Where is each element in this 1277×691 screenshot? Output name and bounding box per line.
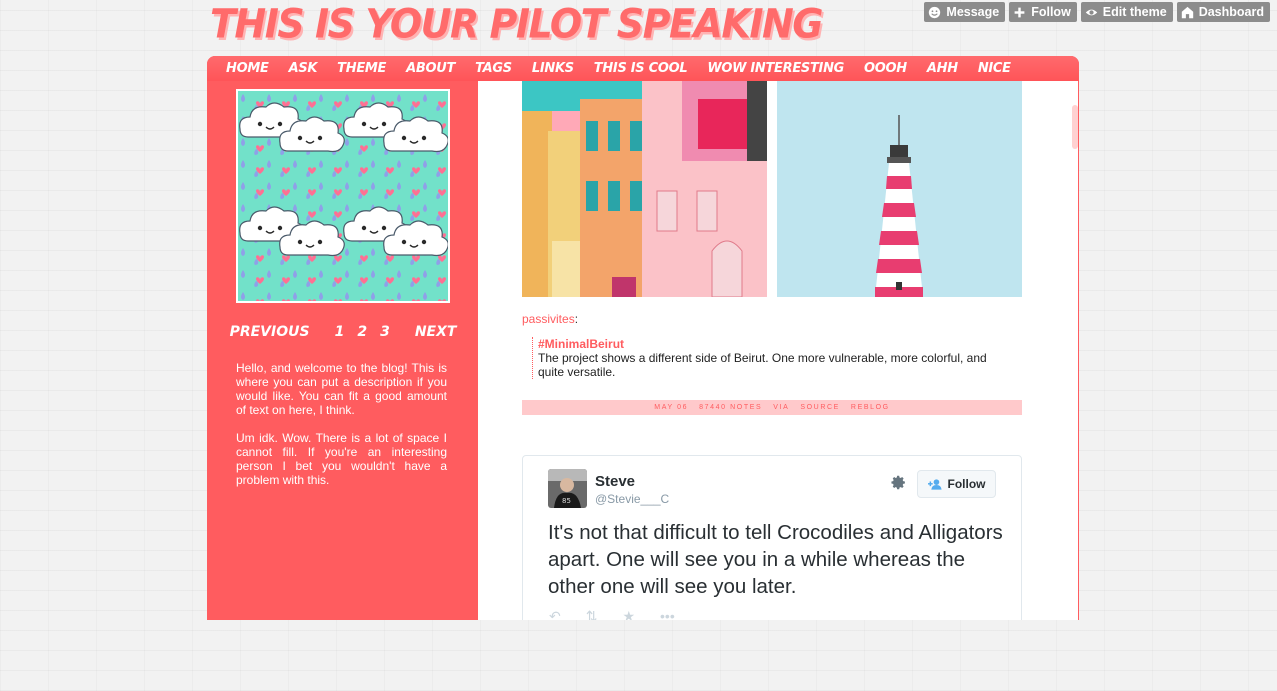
sidebar-avatar <box>236 89 450 303</box>
blog-title[interactable]: This is your pilot speaking <box>210 1 823 47</box>
page-1-link[interactable]: 1 <box>335 324 345 340</box>
nav-ahh[interactable]: Ahh <box>927 61 958 76</box>
post-tag-link[interactable]: #MinimalBeirut <box>538 337 992 351</box>
tweet-follow-button[interactable]: Follow <box>917 470 996 498</box>
lighthouse-photo[interactable] <box>777 81 1022 297</box>
description-paragraph-1: Hello, and welcome to the blog! This is … <box>236 361 447 417</box>
tweet-actions: ↶ ⇅ ★ ••• <box>549 608 675 620</box>
plus-icon <box>1014 7 1025 17</box>
page-numbers: 1 2 3 <box>335 324 390 340</box>
pagination: Previous 1 2 3 Next <box>230 324 457 340</box>
edit-theme-button[interactable]: Edit theme <box>1080 2 1173 22</box>
blog-container: Home Ask Theme About Tags Links This is … <box>207 56 1079 620</box>
nav-bar: Home Ask Theme About Tags Links This is … <box>207 56 1079 81</box>
nav-this-is-cool[interactable]: This is cool <box>594 61 688 76</box>
nav-ask[interactable]: Ask <box>289 61 318 76</box>
eye-icon <box>1085 9 1097 15</box>
tweet-author-handle[interactable]: @Stevie___C <box>595 492 669 506</box>
posts-area[interactable]: passivites: #MinimalBeirut The project s… <box>478 81 1078 620</box>
svg-text:85: 85 <box>562 497 571 505</box>
tweet-follow-label: Follow <box>947 477 986 491</box>
post-source-link[interactable]: source <box>800 404 840 411</box>
nav-wow-interesting[interactable]: Wow interesting <box>707 61 844 76</box>
nav-oooh[interactable]: Oooh <box>864 61 907 76</box>
follow-label: Follow <box>1031 5 1071 19</box>
tweet-avatar[interactable]: 85 <box>548 469 587 508</box>
nav-links[interactable]: Links <box>532 61 574 76</box>
nav-tags[interactable]: Tags <box>475 61 512 76</box>
nav-home[interactable]: Home <box>226 61 269 76</box>
post-via-link[interactable]: via <box>773 404 789 411</box>
smile-icon <box>929 6 941 18</box>
add-user-icon <box>927 479 942 490</box>
message-label: Message <box>946 5 1000 19</box>
reply-icon[interactable]: ↶ <box>549 608 561 620</box>
tweet-text: It's not that difficult to tell Crocodil… <box>548 521 1003 598</box>
cloud-pattern-image <box>238 91 448 301</box>
nav-theme[interactable]: Theme <box>337 61 386 76</box>
next-page-link[interactable]: Next <box>415 324 457 340</box>
post-reblog-link[interactable]: reblog <box>851 404 890 411</box>
post-quote-text: The project shows a different side of Be… <box>538 351 987 379</box>
previous-page-link[interactable]: Previous <box>230 324 310 340</box>
page-3-link[interactable]: 3 <box>380 324 390 340</box>
gear-icon[interactable] <box>890 474 907 491</box>
page-2-link[interactable]: 2 <box>357 324 367 340</box>
post-date[interactable]: May 06 <box>654 404 688 411</box>
nav-nice[interactable]: Nice <box>978 61 1011 76</box>
post-notes[interactable]: 87440 notes <box>699 404 762 411</box>
scrollbar-thumb[interactable] <box>1072 105 1078 149</box>
beirut-buildings-photo[interactable] <box>522 81 767 297</box>
post-meta-bar: May 06 87440 notes via source reblog <box>522 400 1022 415</box>
more-icon[interactable]: ••• <box>660 608 675 620</box>
description-paragraph-2: Um idk. Wow. There is a lot of space I c… <box>236 431 447 487</box>
tweet-embed[interactable]: 85 Steve @Stevie___C Follow It's not tha… <box>522 455 1022 620</box>
nav-about[interactable]: About <box>406 61 455 76</box>
source-colon: : <box>574 312 579 326</box>
favorite-icon[interactable]: ★ <box>622 608 635 620</box>
dashboard-label: Dashboard <box>1198 5 1264 19</box>
post-source: passivites: <box>522 312 578 326</box>
blog-description: Hello, and welcome to the blog! This is … <box>236 361 447 501</box>
edit-theme-label: Edit theme <box>1102 5 1167 19</box>
house-icon <box>1181 6 1193 18</box>
message-button[interactable]: Message <box>924 2 1006 22</box>
follow-button[interactable]: Follow <box>1009 2 1077 22</box>
tweet-author-name[interactable]: Steve <box>595 473 635 490</box>
source-username-link[interactable]: passivites <box>522 312 575 326</box>
tumblr-controls: Message Follow Edit theme Dashboard <box>924 2 1270 22</box>
retweet-icon[interactable]: ⇅ <box>586 608 598 620</box>
dashboard-button[interactable]: Dashboard <box>1176 2 1270 22</box>
post-quote: #MinimalBeirut The project shows a diffe… <box>532 337 992 379</box>
